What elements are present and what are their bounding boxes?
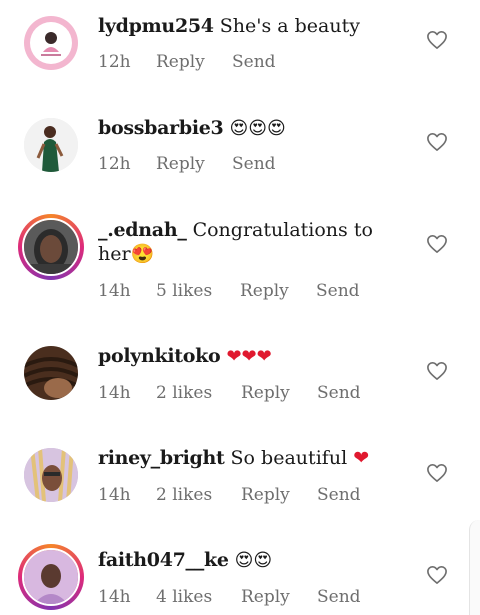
comment-time: 12h (98, 52, 131, 72)
comment-text: ❤❤❤ (226, 346, 272, 367)
avatar[interactable] (18, 214, 84, 280)
like-count[interactable]: 5 likes (156, 281, 212, 301)
comment-username[interactable]: riney_bright (98, 447, 225, 469)
comment-text: 😍😍 (234, 550, 273, 571)
reply-button[interactable]: Reply (241, 383, 290, 403)
heart-outline-icon (427, 235, 447, 253)
reply-button[interactable]: Reply (241, 485, 290, 505)
comment-time: 12h (98, 154, 131, 174)
like-count[interactable]: 2 likes (156, 383, 212, 403)
pink-logo-avatar-icon (24, 16, 78, 70)
comment-time: 14h (98, 281, 131, 301)
send-button[interactable]: Send (317, 587, 361, 607)
send-button[interactable]: Send (317, 485, 361, 505)
comment-username[interactable]: _.ednah_ (98, 219, 187, 241)
comment-username[interactable]: faith047__ke (98, 549, 229, 571)
woman-braids-avatar-icon (24, 448, 78, 502)
braids-avatar-icon (24, 346, 78, 400)
avatar[interactable] (24, 16, 78, 70)
send-button[interactable]: Send (232, 154, 276, 174)
comment-username[interactable]: lydpmu254 (98, 15, 214, 37)
like-count[interactable]: 4 likes (156, 587, 212, 607)
avatar[interactable] (24, 448, 78, 502)
woman-green-dress-avatar-icon (24, 118, 78, 172)
like-button[interactable] (426, 565, 448, 585)
avatar[interactable] (24, 118, 78, 172)
like-count[interactable]: 2 likes (156, 485, 212, 505)
send-button[interactable]: Send (317, 383, 361, 403)
heart-outline-icon (427, 133, 447, 151)
heart-outline-icon (427, 31, 447, 49)
comment-time: 14h (98, 587, 131, 607)
reply-button[interactable]: Reply (240, 281, 289, 301)
avatar[interactable] (24, 346, 78, 400)
send-button[interactable]: Send (316, 281, 360, 301)
woman-portrait-avatar-icon (24, 220, 78, 274)
comment-time: 14h (98, 485, 131, 505)
heart-outline-icon (427, 464, 447, 482)
comment-text: So beautiful ❤ (230, 447, 370, 469)
comment-text: 😍😍😍 (229, 118, 286, 139)
like-button[interactable] (426, 234, 448, 254)
reply-button[interactable]: Reply (241, 587, 290, 607)
avatar[interactable] (18, 544, 84, 610)
woman-purple-avatar-icon (24, 550, 78, 604)
comment-text: She's a beauty (219, 15, 360, 37)
reply-button[interactable]: Reply (156, 52, 205, 72)
reply-button[interactable]: Reply (156, 154, 205, 174)
comment-username[interactable]: polynkitoko (98, 345, 221, 367)
send-button[interactable]: Send (232, 52, 276, 72)
heart-outline-icon (427, 362, 447, 380)
heart-outline-icon (427, 566, 447, 584)
like-button[interactable] (426, 132, 448, 152)
like-button[interactable] (426, 463, 448, 483)
comment-time: 14h (98, 383, 131, 403)
like-button[interactable] (426, 30, 448, 50)
like-button[interactable] (426, 361, 448, 381)
scroll-edge (469, 520, 480, 615)
comment-username[interactable]: bossbarbie3 (98, 117, 224, 139)
